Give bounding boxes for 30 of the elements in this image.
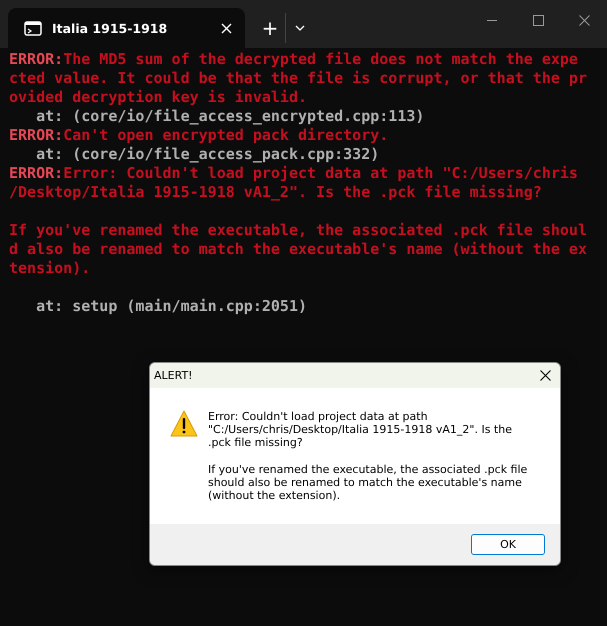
terminal-icon (24, 20, 42, 36)
error-message: The MD5 sum of the decrypted file does not match the expe (63, 50, 578, 69)
tab-title: Italia 1915-1918 (52, 20, 168, 36)
error-label: ERROR: (9, 50, 64, 69)
stack-trace-line: at: setup (main/main.cpp:2051) (35, 297, 308, 316)
error-message: d also be renamed to match the executable's name (without the ex (9, 240, 587, 259)
dialog-title: ALERT! (154, 369, 194, 382)
close-icon (578, 14, 590, 26)
new-tab-button[interactable]: + (255, 13, 285, 43)
warning-icon (170, 410, 198, 438)
ok-button[interactable]: OK (471, 534, 545, 555)
error-message: tension). (9, 259, 90, 278)
error-message: If you've renamed the executable, the associated .pck file shoul (9, 221, 587, 240)
error-message: Can't open encrypted pack directory. (63, 126, 388, 145)
error-message: cted value. It could be that the file is corrupt, or that the pr (9, 69, 587, 88)
error-label: ERROR: (9, 126, 64, 145)
error-label: ERROR: (9, 164, 64, 183)
terminal-tab[interactable]: Italia 1915-1918 (8, 8, 245, 48)
error-message: /Desktop/Italia 1915-1918 vA1_2". Is the .pck file missing? (9, 183, 542, 202)
dialog-message: Error: Couldn't load project data at path "C:/Users/chris/Desktop/Italia 1915-1918 vA1_2". Is the .pck file missing? (208, 410, 513, 449)
dialog-message: If you've renamed the executable, the associated .pck file should also be renamed to match the executable's name (without the extension). (208, 463, 528, 502)
error-message: ovided decryption key is invalid. (9, 88, 308, 107)
stack-trace-line: at: (core/io/file_access_pack.cpp:332) (35, 145, 380, 164)
chevron-down-icon (294, 25, 304, 31)
stack-trace-line: at: (core/io/file_access_encrypted.cpp:113) (35, 107, 424, 126)
error-message: Error: Couldn't load project data at path "C:/Users/chris (63, 164, 578, 183)
close-icon (540, 370, 550, 381)
close-tab-button[interactable] (220, 22, 233, 34)
maximize-icon (532, 14, 544, 26)
close-icon (220, 22, 233, 34)
